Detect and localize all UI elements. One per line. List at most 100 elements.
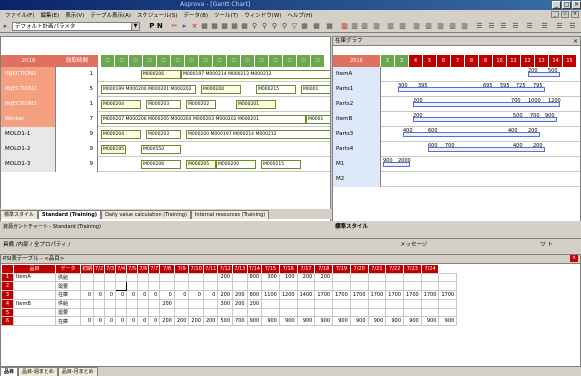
table-cell[interactable]: 0	[188, 290, 204, 300]
chart-icon[interactable]: ▥	[350, 22, 359, 31]
table-cell[interactable]	[332, 281, 351, 292]
table-cell[interactable]	[385, 307, 404, 318]
menu-item[interactable]: ヘルプ(H)	[284, 11, 315, 19]
tab-table-view[interactable]: 品目-月まとめ	[57, 367, 98, 376]
table-cell[interactable]	[137, 298, 150, 309]
table-cell[interactable]	[202, 281, 219, 292]
table-cell[interactable]: 0	[126, 316, 139, 327]
inventory-row[interactable]: M2	[333, 172, 580, 187]
table-cell[interactable]	[115, 272, 128, 283]
tab-table-view[interactable]: 品目-週まとめ	[18, 367, 58, 376]
table-cell[interactable]	[173, 298, 190, 309]
item-name[interactable]: ItemA	[13, 272, 56, 283]
list-icon[interactable]: ☰	[511, 22, 520, 31]
table-cell[interactable]	[367, 281, 387, 292]
table-cell[interactable]	[420, 272, 440, 283]
table-row[interactable]: 2 需要	[1, 281, 458, 292]
table-cell[interactable]	[403, 281, 422, 292]
status-left[interactable]: 具備 /内部 / 全プロパティ /	[3, 240, 70, 248]
operation-bar[interactable]: M0001	[306, 115, 330, 124]
menu-item[interactable]: データ(B)	[180, 11, 211, 19]
grid-icon[interactable]: ▦	[220, 22, 229, 31]
link-icon[interactable]: ⚲	[260, 22, 269, 31]
table-cell[interactable]	[148, 272, 161, 283]
table-cell[interactable]	[79, 307, 95, 318]
inventory-item-name[interactable]: Parts3	[333, 127, 381, 142]
table-cell[interactable]	[246, 307, 263, 318]
table-cell[interactable]: 0	[115, 316, 128, 327]
table-cell[interactable]	[148, 298, 161, 309]
table-cell[interactable]: 900	[403, 316, 422, 327]
link-icon[interactable]: ⚲	[250, 22, 259, 31]
table-cell[interactable]: 200	[188, 316, 204, 327]
chart-icon[interactable]: ▥	[360, 22, 369, 31]
inventory-row[interactable]: Parts2 200 700 1000 1200	[333, 97, 580, 112]
table-cell[interactable]: 0	[79, 316, 95, 327]
resource-name[interactable]: MOLD1-2	[1, 142, 56, 157]
table-cell[interactable]	[115, 307, 128, 318]
table-cell[interactable]: 0	[159, 290, 175, 300]
menu-item[interactable]: ツール(T)	[211, 11, 241, 19]
table-cell[interactable]	[137, 272, 150, 283]
operation-bar[interactable]: M000199 M000200 M000201 M000202	[101, 85, 196, 94]
table-cell[interactable]	[104, 281, 117, 292]
operation-bar[interactable]: M000206	[141, 160, 181, 169]
table-cell[interactable]	[385, 272, 404, 283]
operation-bar[interactable]: M000550	[141, 145, 181, 154]
tab-gantt-style[interactable]: Daily value calculation (Training)	[101, 210, 191, 219]
resource-name[interactable]: INJECTION2	[1, 82, 56, 97]
operation-bar[interactable]: M000200	[216, 160, 256, 169]
resource-name[interactable]: MOLD1-1	[1, 127, 56, 142]
table-cell[interactable]: 900	[385, 316, 404, 327]
table-cell[interactable]	[438, 272, 458, 283]
table-cell[interactable]: 700	[232, 316, 248, 327]
filter-icon[interactable]: ▽	[290, 22, 299, 31]
operation-bar[interactable]: M000204	[101, 130, 141, 139]
menu-item[interactable]: 編集(E)	[37, 11, 62, 19]
resource-name[interactable]: Worker	[1, 112, 56, 127]
table-cell[interactable]	[232, 281, 248, 292]
maximize-button[interactable]: □	[562, 1, 571, 9]
table-cell[interactable]: 200	[159, 316, 175, 327]
close-icon[interactable]: ×	[570, 255, 578, 262]
table-cell[interactable]	[159, 281, 175, 292]
tab-gantt-style[interactable]: Standard (Training)	[38, 210, 102, 219]
table-cell[interactable]: 200	[314, 272, 334, 283]
plan-parameter-combo[interactable]: デフォルト計画パラメタ ▼	[12, 22, 140, 31]
table-cell[interactable]: 0	[93, 290, 106, 300]
table-cell[interactable]	[420, 307, 440, 318]
table-cell[interactable]	[349, 307, 369, 318]
chart-icon[interactable]: ▥	[460, 22, 469, 31]
operation-bar[interactable]: M000215	[261, 160, 301, 169]
operation-bar[interactable]: M000197 M000214 M000213 M000212	[181, 70, 330, 79]
table-cell[interactable]	[126, 298, 139, 309]
list-icon[interactable]: ☰	[475, 22, 484, 31]
inventory-style-tab[interactable]: 標準スタイル	[332, 221, 581, 233]
table-cell[interactable]	[104, 272, 117, 283]
table-cell[interactable]	[188, 298, 204, 309]
table-cell[interactable]	[296, 298, 316, 309]
mdi-close-icon[interactable]: ×	[571, 11, 579, 18]
table-cell[interactable]	[261, 298, 280, 309]
table-cell[interactable]: 300	[261, 272, 280, 283]
list-icon[interactable]: ☰	[540, 22, 549, 31]
table-cell[interactable]: 0	[104, 290, 117, 300]
table-cell[interactable]: 900	[278, 316, 298, 327]
table-cell[interactable]: 0	[115, 290, 128, 300]
operation-bar[interactable]: M000205	[186, 160, 216, 169]
table-row[interactable]: 6 在庫 0 0 0 0 0 0 0 200 200 200 200 500 700 900 900 900 900…	[1, 316, 458, 327]
pn-buttons[interactable]: P N	[145, 22, 167, 31]
grid-icon[interactable]: ▦	[300, 22, 309, 31]
operation-bar[interactable]: M000201	[236, 100, 276, 109]
table-cell[interactable]: 0	[148, 316, 161, 327]
operation-bar[interactable]: M000204	[101, 100, 141, 109]
inventory-row[interactable]: ItemB 200 500 700 900	[333, 112, 580, 127]
table-cell[interactable]: 800	[246, 290, 263, 300]
inventory-item-name[interactable]: ItemA	[333, 67, 381, 82]
operation-bar[interactable]: M000215	[256, 85, 296, 94]
inventory-item-name[interactable]: ItemB	[333, 112, 381, 127]
table-cell[interactable]: 1100	[261, 290, 280, 300]
chart-icon[interactable]: ▥	[340, 22, 349, 31]
table-cell[interactable]	[278, 281, 298, 292]
table-cell[interactable]	[246, 281, 263, 292]
